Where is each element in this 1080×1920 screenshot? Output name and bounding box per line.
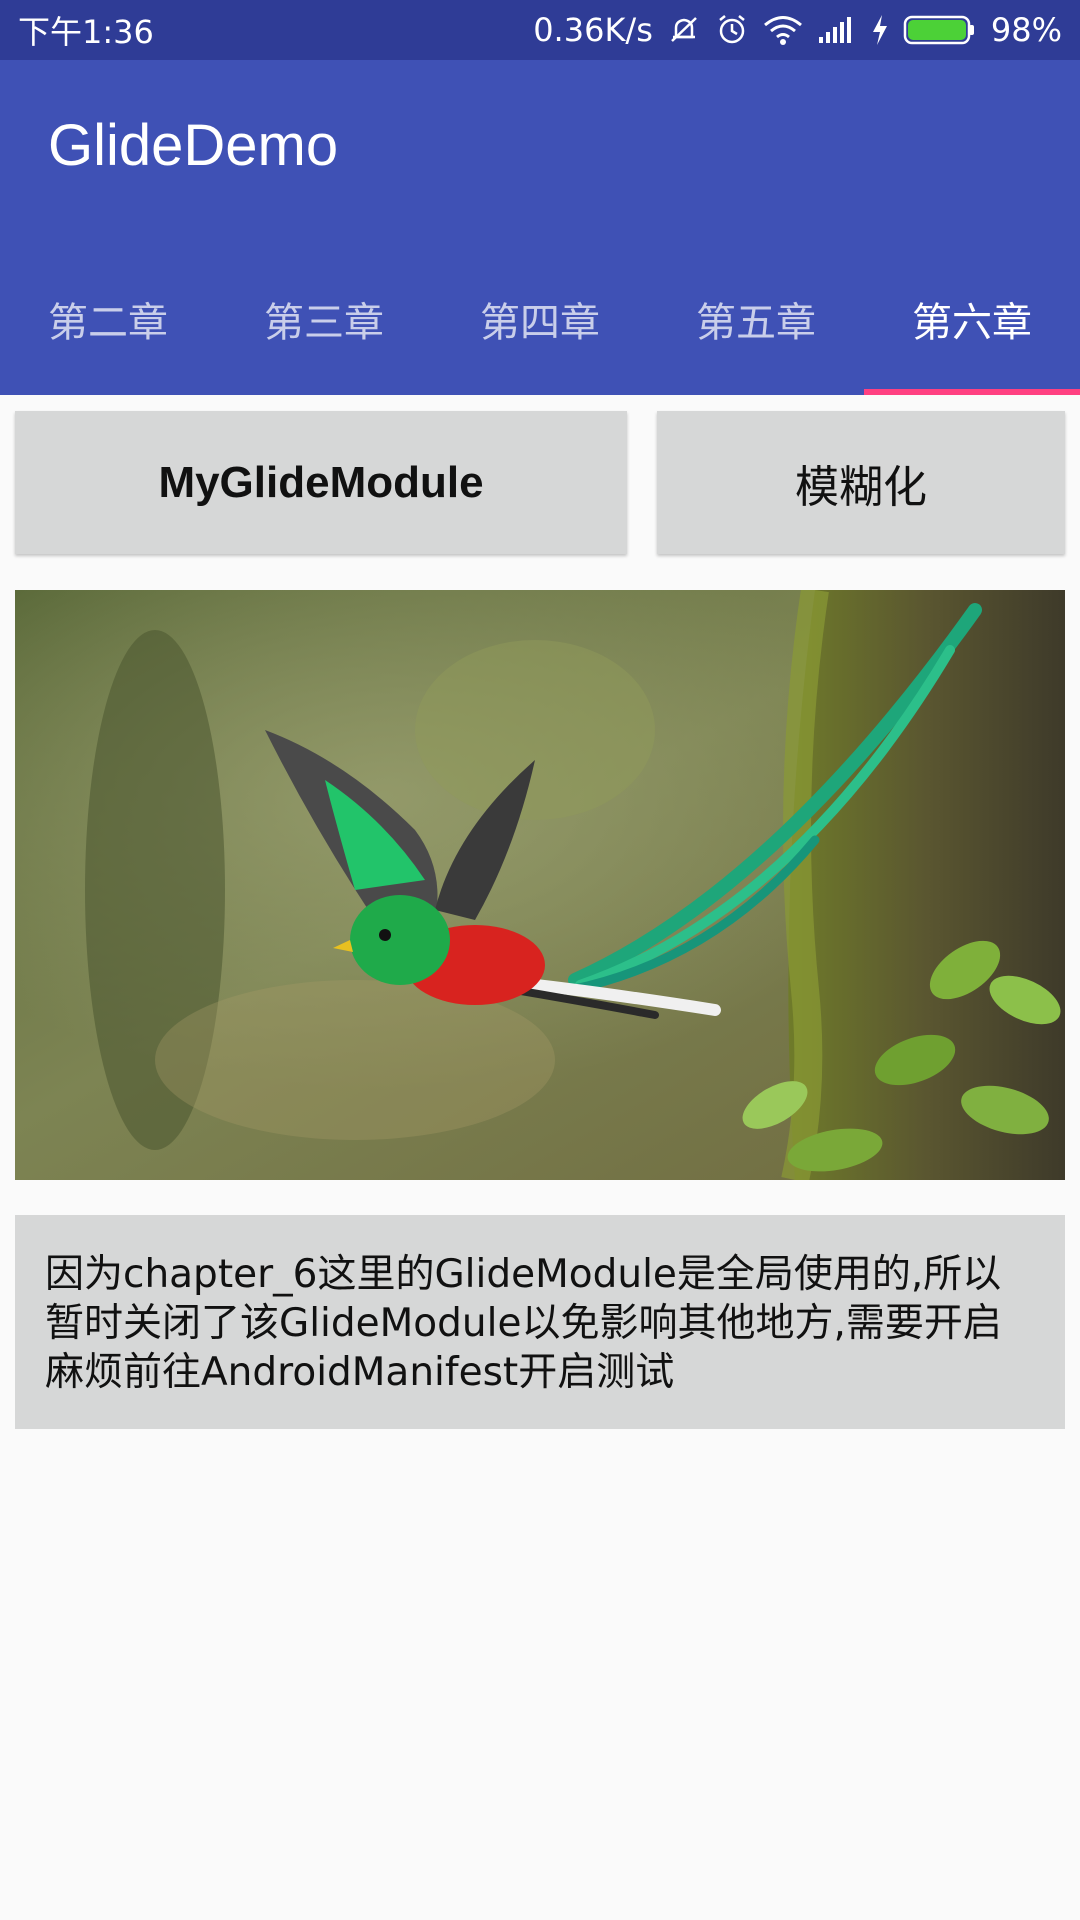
app-title: GlideDemo [48, 113, 339, 178]
bird-image [15, 590, 1065, 1180]
wifi-icon [763, 14, 803, 46]
info-note: 因为chapter_6这里的GlideModule是全局使用的,所以暂时关闭了该… [15, 1215, 1065, 1429]
battery-level: 98% [990, 11, 1062, 49]
my-glide-module-button[interactable]: MyGlideModule [15, 411, 627, 554]
tab-chapter-5[interactable]: 第五章 [648, 265, 864, 395]
status-icons: 0.36K/s 98% [533, 11, 1062, 49]
status-bar: 下午1:36 0.36K/s 98% [0, 0, 1080, 60]
charging-icon [871, 14, 889, 46]
tab-chapter-4[interactable]: 第四章 [432, 265, 648, 395]
network-speed: 0.36K/s [533, 11, 653, 49]
chapter-tabs: 第二章 第三章 第四章 第五章 第六章 [0, 265, 1080, 395]
tab-indicator [864, 389, 1080, 395]
tab-chapter-3[interactable]: 第三章 [216, 265, 432, 395]
tab-chapter-2[interactable]: 第二章 [0, 265, 216, 395]
signal-icon [817, 15, 857, 45]
status-time: 下午1:36 [18, 13, 154, 51]
blur-button[interactable]: 模糊化 [657, 411, 1065, 554]
app-bar: GlideDemo 第二章 第三章 第四章 第五章 第六章 [0, 60, 1080, 395]
mute-icon [667, 13, 701, 47]
tab-chapter-6[interactable]: 第六章 [864, 265, 1080, 395]
alarm-icon [715, 13, 749, 47]
battery-icon [903, 14, 977, 46]
